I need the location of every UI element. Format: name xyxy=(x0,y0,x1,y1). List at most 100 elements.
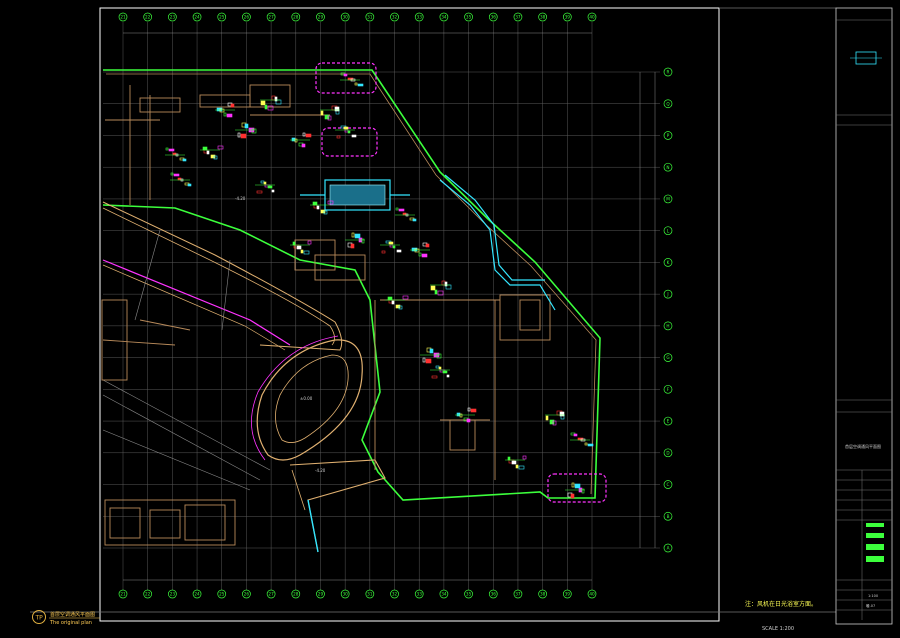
column-label: 27 xyxy=(268,592,274,597)
row-label: E xyxy=(667,419,670,424)
equipment-symbol xyxy=(351,134,357,138)
column-label: 24 xyxy=(194,15,200,20)
equipment-symbol xyxy=(187,183,192,187)
row-label: D xyxy=(666,450,669,455)
cad-drawing-sheet: 21 21 22 22 23 23 24 24 25 25 26 26 27 27 28 28 29 29 30 30… xyxy=(0,0,900,638)
column-label: 21 xyxy=(120,15,126,20)
column-label: 39 xyxy=(565,592,571,597)
equipment-symbol xyxy=(202,146,208,151)
equipment-symbol xyxy=(305,133,312,138)
column-label: 34 xyxy=(441,15,447,20)
equipment-symbol xyxy=(470,408,477,413)
equipment-symbol xyxy=(515,464,519,469)
column-label: 28 xyxy=(293,15,299,20)
row-label: K xyxy=(667,260,670,265)
column-label: 37 xyxy=(515,15,521,20)
equipment-symbol xyxy=(263,181,267,185)
equipment-symbol xyxy=(312,201,318,206)
column-label: 31 xyxy=(367,592,373,597)
equipment-symbol xyxy=(456,412,461,417)
equipment-symbol xyxy=(260,100,266,106)
ahu-room xyxy=(330,185,385,205)
equipment-symbol xyxy=(357,83,364,87)
logo-text: TP xyxy=(35,615,44,622)
equipment-symbol xyxy=(434,289,438,295)
equipment-symbol xyxy=(291,137,296,142)
equipment-symbol xyxy=(226,113,233,118)
equipment-symbol xyxy=(206,150,210,155)
equipment-symbol xyxy=(412,218,417,222)
equipment-symbol xyxy=(411,247,418,252)
equipment-symbol xyxy=(320,209,326,214)
equipment-symbol xyxy=(438,366,442,370)
equipment-symbol xyxy=(271,189,275,193)
scale-text: SCALE 1:200 xyxy=(762,626,794,632)
equipment-symbol xyxy=(347,130,351,134)
equipment-symbol xyxy=(354,233,361,239)
equipment-symbol xyxy=(182,158,187,162)
equipment-symbol xyxy=(301,143,306,148)
room-label-1: ±0.00 xyxy=(300,396,313,401)
row-label: C xyxy=(667,482,670,487)
equipment-symbol xyxy=(545,415,549,421)
plan-title-cn: 首层空调通风平面图 xyxy=(50,611,95,618)
equipment-symbol xyxy=(296,245,302,250)
column-label: 23 xyxy=(170,592,176,597)
row-label: A xyxy=(667,546,670,551)
equipment-symbol xyxy=(587,443,594,447)
column-label: 24 xyxy=(194,592,200,597)
equipment-symbol xyxy=(429,348,434,354)
equipment-symbol xyxy=(334,106,340,112)
drawing-scale: 1:100 xyxy=(868,594,878,598)
room-label-2: -4.20 xyxy=(315,468,326,473)
equipment-symbol xyxy=(210,154,216,159)
equipment-symbol xyxy=(343,126,349,130)
equipment-symbol xyxy=(274,96,278,102)
equipment-symbol xyxy=(343,73,348,77)
equipment-symbol xyxy=(507,456,511,461)
equipment-symbol xyxy=(574,483,581,489)
equipment-symbol xyxy=(421,253,428,258)
plan-title-en: The original plan xyxy=(49,620,92,626)
column-label: 33 xyxy=(417,592,423,597)
column-label: 28 xyxy=(293,592,299,597)
equipment-symbol xyxy=(398,208,405,212)
column-label: 31 xyxy=(367,15,373,20)
equipment-symbol xyxy=(559,411,565,417)
equipment-symbol xyxy=(391,300,395,305)
column-label: 25 xyxy=(219,15,225,20)
column-label: 35 xyxy=(466,592,472,597)
column-label: 38 xyxy=(540,592,546,597)
row-label: R xyxy=(667,70,670,75)
column-label: 40 xyxy=(589,592,595,597)
column-label: 26 xyxy=(244,15,250,20)
drawing-name: 首层空调通风平面图 xyxy=(845,443,881,449)
row-label: J xyxy=(666,292,668,297)
column-label: 29 xyxy=(318,15,324,20)
note-text: 注：风机在日光浴室方面。 xyxy=(745,600,817,608)
equipment-symbol xyxy=(425,243,430,248)
equipment-symbol xyxy=(549,419,555,425)
row-label: G xyxy=(666,355,669,360)
equipment-symbol xyxy=(466,418,471,423)
column-label: 23 xyxy=(170,15,176,20)
equipment-symbol xyxy=(392,245,396,249)
column-label: 22 xyxy=(145,15,151,20)
column-label: 30 xyxy=(342,15,348,20)
equipment-symbol xyxy=(244,123,249,129)
column-label: 27 xyxy=(268,15,274,20)
equipment-symbol xyxy=(324,114,330,120)
column-label: 26 xyxy=(244,592,250,597)
column-label: 32 xyxy=(392,592,398,597)
column-label: 36 xyxy=(491,592,497,597)
equipment-symbol xyxy=(216,107,223,112)
column-label: 29 xyxy=(318,592,324,597)
equipment-symbol xyxy=(511,460,517,465)
row-label: N xyxy=(666,165,669,170)
column-label: 30 xyxy=(342,592,348,597)
column-label: 40 xyxy=(589,15,595,20)
equipment-symbol xyxy=(316,205,320,210)
column-label: 32 xyxy=(392,15,398,20)
equipment-symbol xyxy=(173,173,180,177)
column-label: 34 xyxy=(441,592,447,597)
